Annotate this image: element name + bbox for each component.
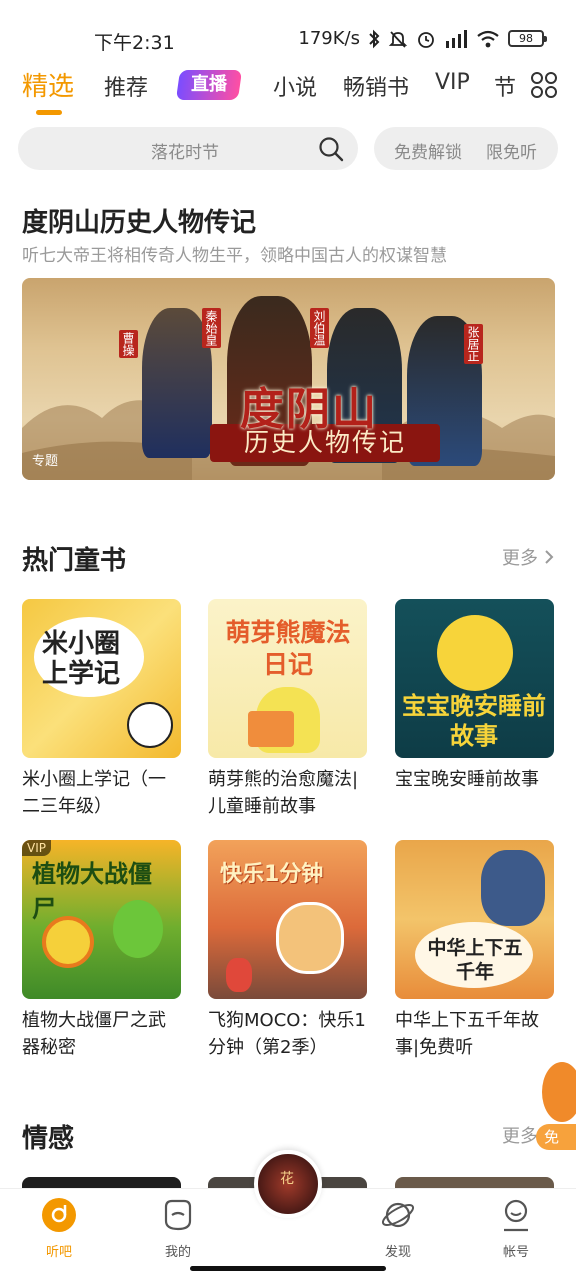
floating-promo[interactable]: 免 [536, 1062, 576, 1158]
cover-dog [276, 902, 344, 974]
search-placeholder: 落花时节 [151, 143, 219, 163]
nav-mine-label: 我的 [164, 1245, 191, 1260]
feature-title[interactable]: 度阴山历史人物传记 [22, 202, 256, 239]
book-card[interactable]: 萌芽熊魔法日记 萌芽熊的治愈魔法|儿童睡前故事 [208, 599, 367, 820]
hot-children-more[interactable]: 更多 [502, 544, 554, 570]
bluetooth-icon [369, 29, 380, 48]
network-speed: 179K/s [298, 28, 360, 49]
book-cover: 米小圈上学记 [22, 599, 181, 758]
limited-free-link[interactable]: 限免听 [486, 138, 537, 163]
account-icon [504, 1199, 528, 1232]
signal-icon [446, 29, 467, 48]
book-title: 植物大战僵尸之武器秘密 [22, 1010, 166, 1058]
feature-banner[interactable]: 曹操 秦始皇 刘伯温 张居正 历史人物传记 度阴山 专题 [22, 278, 555, 480]
nav-mine[interactable]: 我的 [138, 1197, 218, 1260]
now-playing-disc[interactable]: 花 [254, 1150, 322, 1218]
cover-girl [226, 958, 252, 992]
home-indicator[interactable] [190, 1266, 386, 1271]
book-title: 中华上下五千年故事|免费听 [395, 1010, 539, 1058]
mine-icon [164, 1199, 192, 1231]
book-title: 飞狗MOCO：快乐1分钟（第2季） [208, 1010, 366, 1058]
cover-character [127, 702, 173, 748]
cover-sunflower [42, 916, 94, 968]
tab-vip[interactable]: VIP [435, 70, 470, 95]
more-label: 更多 [502, 1126, 538, 1147]
feature-subtitle: 听七大帝王将相传奇人物生平，领略中国古人的权谋智慧 [22, 246, 447, 266]
book-card[interactable]: 快乐1分钟 飞狗MOCO：快乐1分钟（第2季） [208, 840, 367, 1061]
status-bar: 下午2:31 179K/s 98 [0, 0, 576, 70]
book-cover: 萌芽熊魔法日记 [208, 599, 367, 758]
book-card[interactable]: 米小圈上学记 米小圈上学记（一二三年级） [22, 599, 181, 820]
chevron-right-icon [545, 550, 554, 564]
cover-text: 米小圈上学记 [42, 629, 121, 689]
tab-festival[interactable]: 节 [494, 70, 516, 102]
book-title: 萌芽熊的治愈魔法|儿童睡前故事 [208, 769, 359, 817]
banner-title: 度阴山 [240, 384, 378, 435]
now-playing-text: 花 [280, 1171, 294, 1187]
search-bar[interactable]: 落花时节 [18, 127, 358, 170]
tab-novel[interactable]: 小说 [273, 70, 317, 102]
category-tabs: 精选 推荐 直播 小说 畅销书 VIP 节 [0, 66, 576, 116]
label-liubowen: 刘伯温 [310, 308, 329, 348]
cover-text: 中华上下五千年 [427, 937, 523, 983]
wifi-icon [477, 30, 499, 47]
emotion-title: 情感 [22, 1124, 75, 1154]
label-zhangjuzheng: 张居正 [464, 324, 483, 364]
alarm-icon [418, 31, 434, 48]
book-cover: 宝宝晚安睡前故事 [395, 599, 554, 758]
book-card[interactable]: 宝宝晚安睡前故事 宝宝晚安睡前故事 [395, 599, 554, 793]
free-unlock-pill[interactable]: 免费解锁 限免听 [374, 127, 558, 170]
status-time: 下午2:31 [94, 32, 175, 54]
tab-bestseller[interactable]: 畅销书 [343, 70, 409, 102]
listen-icon [42, 1198, 76, 1232]
category-grid-icon[interactable] [530, 71, 558, 99]
free-unlock-link[interactable]: 免费解锁 [394, 138, 462, 163]
planet-icon [381, 1202, 415, 1228]
book-cover: 中华上下五千年 [395, 840, 554, 999]
label-caocao: 曹操 [119, 330, 138, 358]
nav-account-label: 帐号 [502, 1245, 529, 1260]
book-cover: 快乐1分钟 [208, 840, 367, 999]
status-icons: 179K/s 98 [298, 28, 547, 49]
nav-discover-label: 发现 [384, 1245, 411, 1260]
nav-listen[interactable]: 听吧 [19, 1197, 99, 1260]
tab-recommend[interactable]: 推荐 [104, 70, 148, 102]
cover-book [248, 711, 294, 747]
book-title: 宝宝晚安睡前故事 [395, 769, 539, 790]
free-badge: 免 [536, 1124, 576, 1150]
nav-discover[interactable]: 发现 [358, 1197, 438, 1260]
tab-live-label: 直播 [191, 74, 227, 95]
cover-moon [437, 615, 513, 691]
cover-text: 萌芽熊魔法日记 [225, 618, 351, 679]
search-icon[interactable] [318, 136, 344, 162]
cover-text: 宝宝晚安睡前故事 [402, 692, 546, 750]
banner-tag: 专题 [32, 454, 59, 469]
book-card[interactable]: 植物大战僵尸 VIP 植物大战僵尸之武器秘密 [22, 840, 181, 1061]
cover-peashooter [113, 900, 163, 958]
more-label: 更多 [502, 548, 538, 569]
cover-text: 快乐1分钟 [220, 862, 324, 887]
book-card[interactable]: 中华上下五千年 中华上下五千年故事|免费听 [395, 840, 554, 1061]
tab-featured[interactable]: 精选 [22, 66, 74, 103]
hot-children-title: 热门童书 [22, 546, 127, 576]
cover-horseman [481, 850, 545, 926]
label-qinshihuang: 秦始皇 [202, 308, 221, 348]
mascot-icon [542, 1062, 576, 1122]
book-title: 米小圈上学记（一二三年级） [22, 769, 166, 817]
nav-listen-label: 听吧 [45, 1245, 72, 1260]
vip-badge: VIP [22, 840, 51, 856]
battery-icon: 98 [508, 30, 547, 47]
active-tab-indicator [36, 110, 62, 115]
book-cover: 植物大战僵尸 VIP [22, 840, 181, 999]
nav-account[interactable]: 帐号 [476, 1197, 556, 1260]
tab-live[interactable]: 直播 [175, 70, 243, 100]
mute-bell-icon [388, 30, 408, 48]
